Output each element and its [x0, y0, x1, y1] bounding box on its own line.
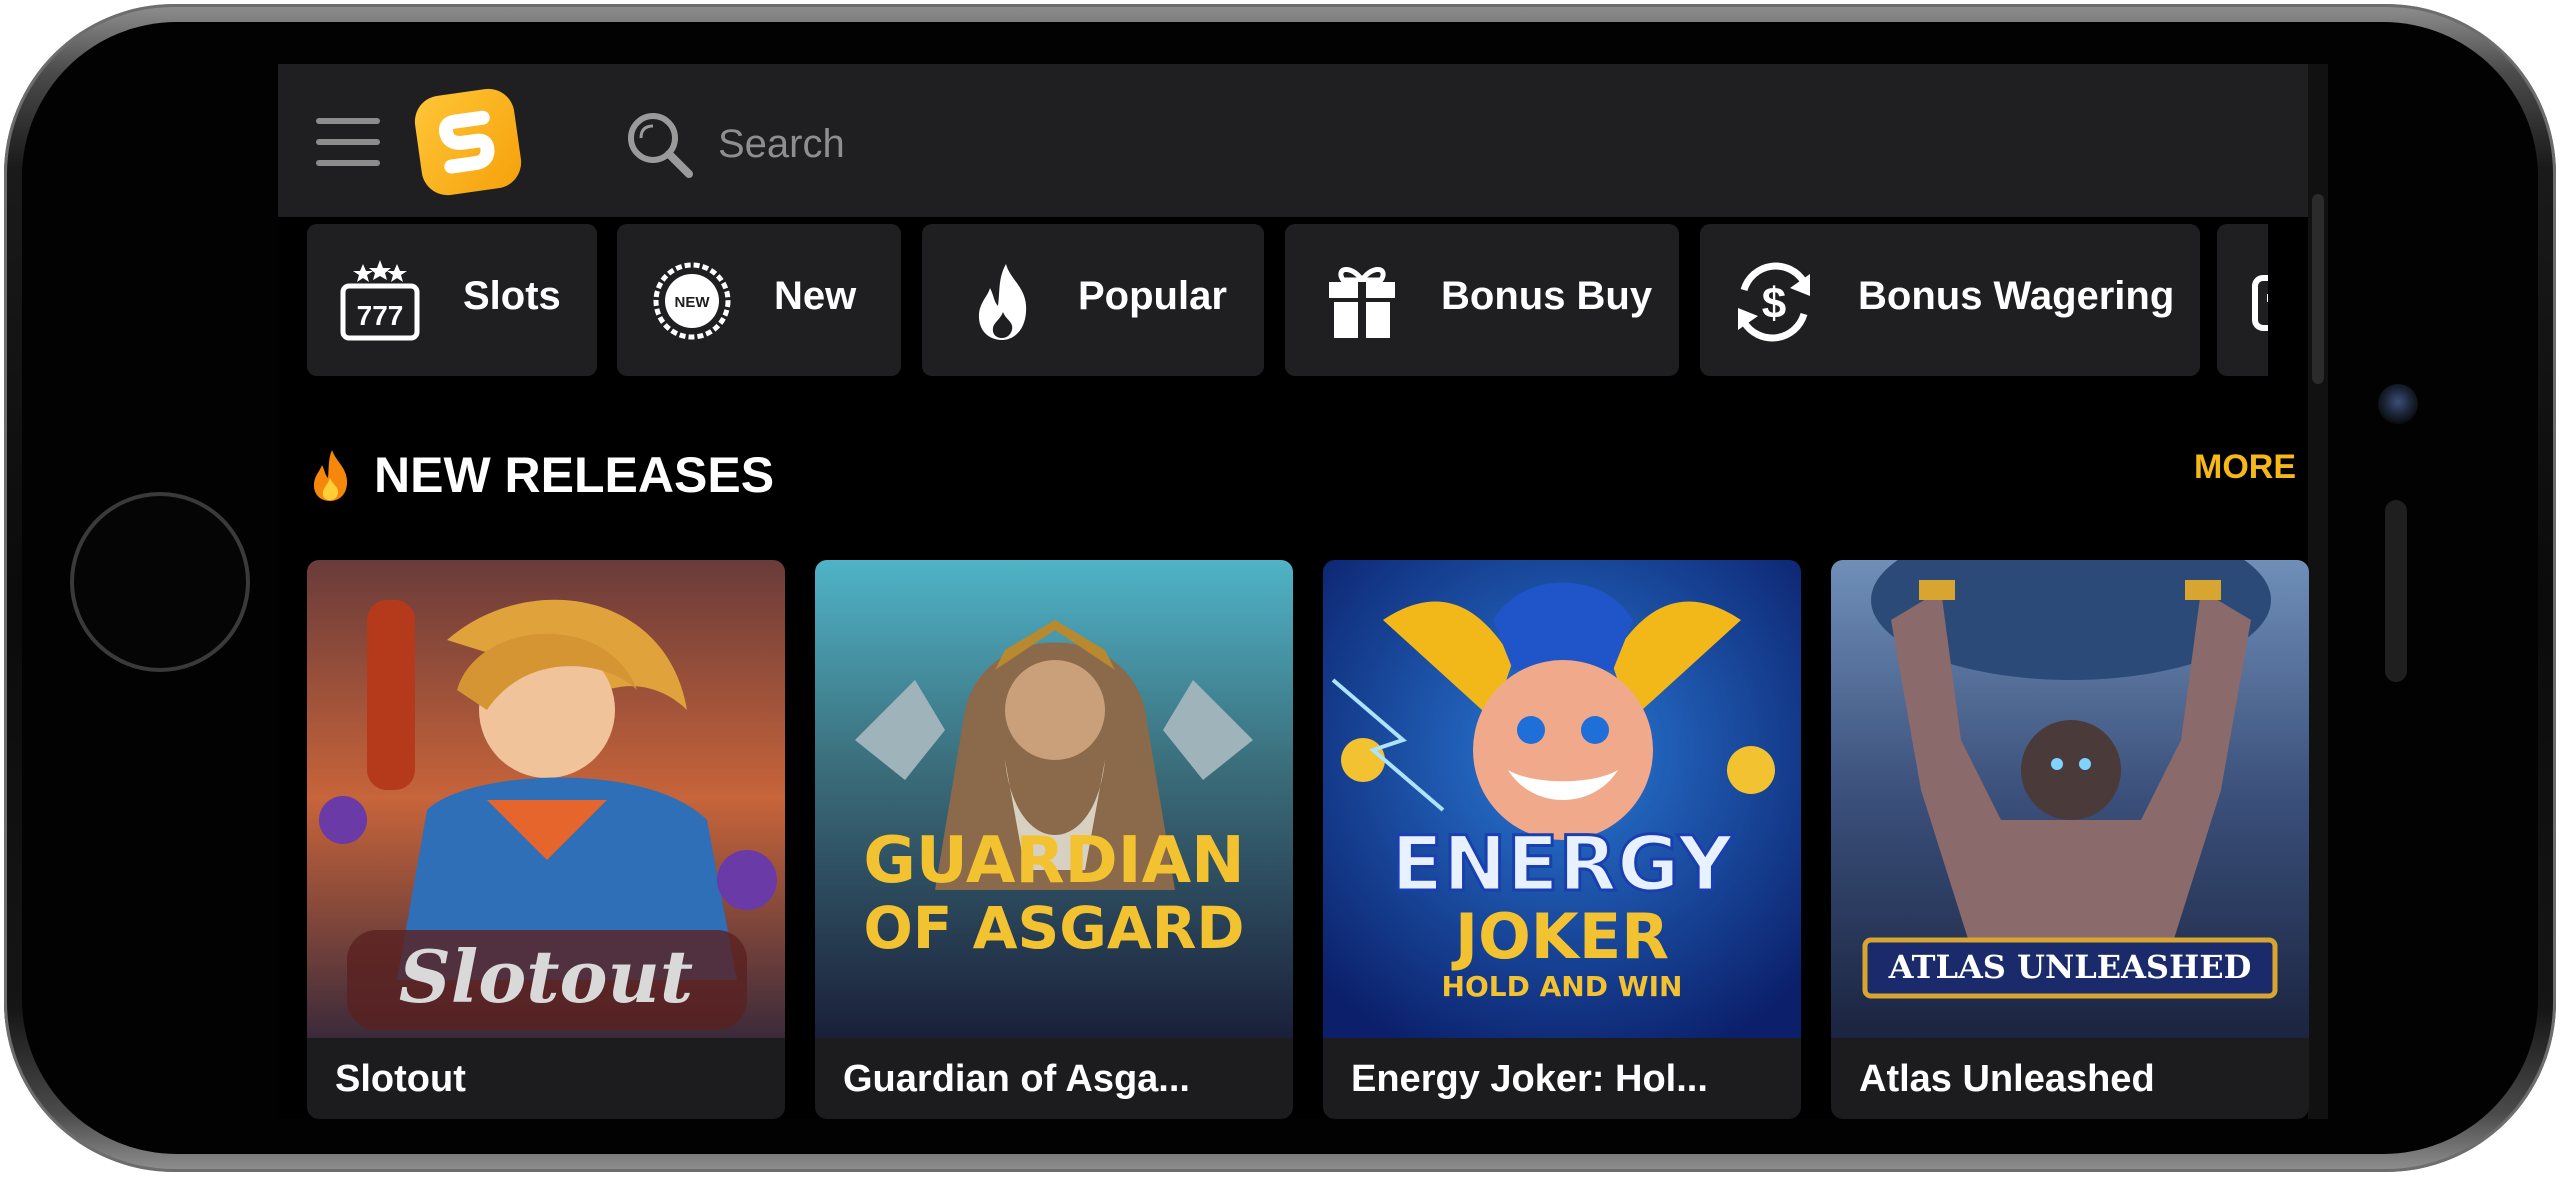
- game-name: Guardian of Asga...: [843, 1058, 1190, 1100]
- game-art-title: Slotout: [399, 934, 693, 1019]
- category-label: Popular: [1078, 274, 1227, 318]
- section-fire-icon: [313, 450, 348, 501]
- game-card-energy-joker[interactable]: ENERGY JOKER HOLD AND WIN Energy Joker: …: [1323, 560, 1801, 1119]
- hamburger-menu-icon[interactable]: [316, 118, 380, 166]
- speaker-grille: [2385, 500, 2407, 682]
- category-popular[interactable]: Popular: [922, 224, 1264, 376]
- logo-s-icon: [438, 110, 495, 174]
- scrollbar[interactable]: [2308, 64, 2328, 1119]
- category-bar: 777 Slots NEW New Popular Bonus Buy $ Bo…: [278, 221, 2268, 381]
- category-new[interactable]: NEW New: [617, 224, 901, 376]
- new-badge-icon: NEW: [653, 262, 731, 340]
- category-slots[interactable]: 777 Slots: [307, 224, 597, 376]
- brand-logo[interactable]: [411, 85, 525, 199]
- game-art-title-line1: GUARDIAN: [863, 824, 1244, 898]
- game-art-title: ATLAS UNLEASHED: [1888, 948, 2252, 986]
- game-thumbnail: Slotout: [307, 560, 785, 1038]
- dollar-cycle-icon: $: [1738, 262, 1810, 342]
- gift-icon: [1329, 267, 1395, 338]
- category-label: Bonus Buy: [1441, 274, 1653, 318]
- category-label: New: [774, 274, 857, 318]
- game-thumbnail: GUARDIAN OF ASGARD: [815, 560, 1293, 1038]
- front-camera: [2378, 384, 2418, 424]
- svg-text:777: 777: [357, 300, 404, 331]
- category-label: Bonus Wagering: [1858, 274, 2175, 318]
- game-thumbnail: ATLAS UNLEASHED: [1831, 560, 2309, 1038]
- svg-text:$: $: [1762, 279, 1786, 328]
- search-icon[interactable]: [623, 108, 695, 180]
- game-name: Energy Joker: Hol...: [1351, 1058, 1708, 1100]
- category-bonus-wagering[interactable]: $ Bonus Wagering: [1700, 224, 2200, 376]
- flame-icon: [978, 264, 1027, 340]
- game-card-atlas-unleashed[interactable]: ATLAS UNLEASHED Atlas Unleashed: [1831, 560, 2309, 1119]
- game-art-title-line2: OF ASGARD: [863, 894, 1244, 962]
- screen: 777 Slots NEW New Popular: [278, 64, 2328, 1119]
- game-art-title-line1: ENERGY: [1391, 819, 1734, 908]
- game-card-guardian-of-asgard[interactable]: GUARDIAN OF ASGARD Guardian of Asga...: [815, 560, 1293, 1119]
- game-art-title-line2: JOKER: [1451, 900, 1669, 973]
- category-icon-partial: [2252, 275, 2268, 331]
- more-link[interactable]: MORE: [2194, 448, 2296, 487]
- game-art-title-line3: HOLD AND WIN: [1442, 970, 1683, 1003]
- top-header: [278, 64, 2308, 217]
- category-bonus-buy[interactable]: Bonus Buy: [1285, 224, 1679, 376]
- search-input[interactable]: [718, 114, 1618, 174]
- game-name: Atlas Unleashed: [1859, 1058, 2155, 1100]
- section-title: NEW RELEASES: [374, 447, 775, 503]
- home-button: [70, 492, 250, 672]
- svg-text:NEW: NEW: [675, 294, 711, 311]
- game-name: Slotout: [335, 1058, 466, 1100]
- category-more-partial[interactable]: [2217, 224, 2268, 376]
- game-thumbnail: ENERGY JOKER HOLD AND WIN: [1323, 560, 1801, 1038]
- slot-machine-777-icon: 777: [340, 260, 420, 341]
- category-label: Slots: [463, 274, 561, 318]
- game-card-slotout[interactable]: Slotout Slotout: [307, 560, 785, 1119]
